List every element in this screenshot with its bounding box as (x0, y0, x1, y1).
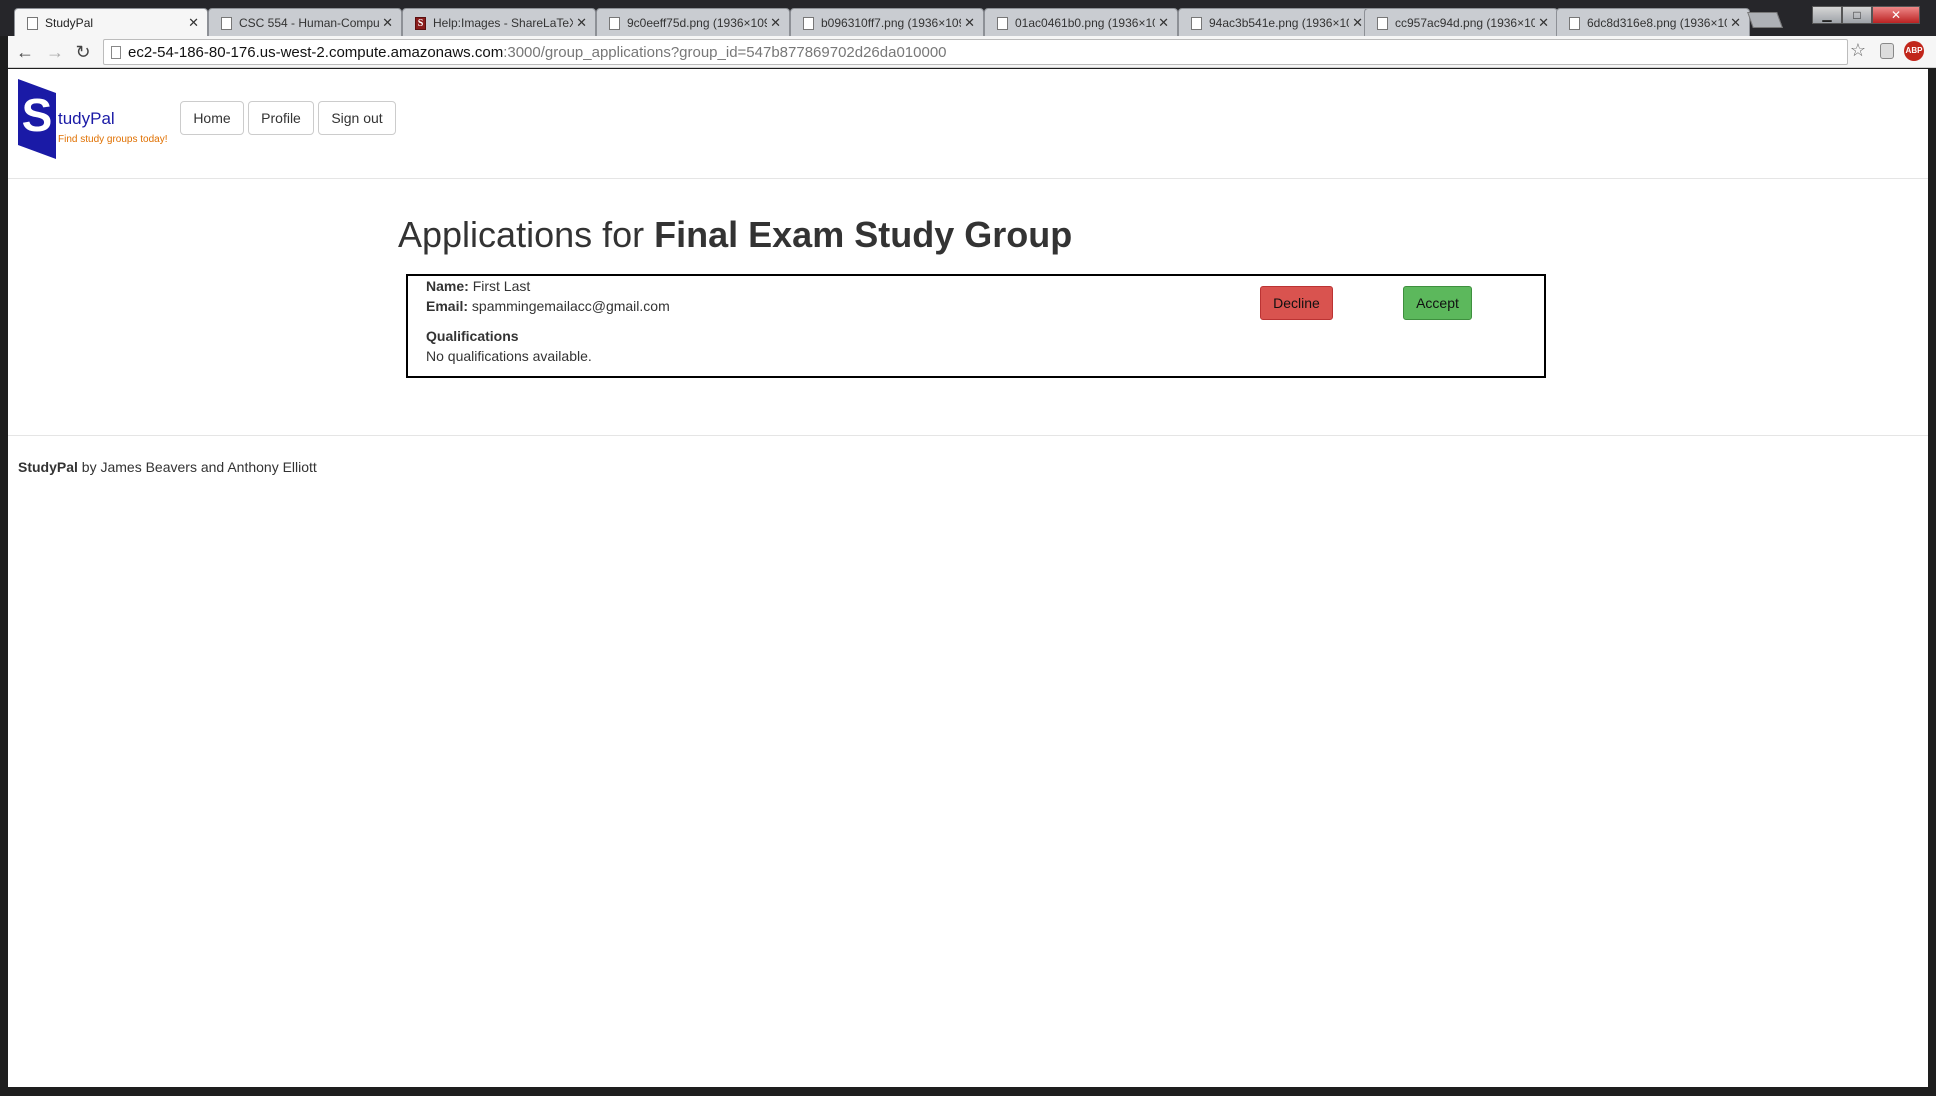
sharelatex-icon: S (415, 17, 426, 30)
page-title: Applications for Final Exam Study Group (398, 214, 1548, 256)
tab-image-6[interactable]: 6dc8d316e8.png (1936×10 ✕ (1556, 8, 1750, 36)
qualifications-heading: Qualifications (426, 328, 519, 344)
accept-button[interactable]: Accept (1403, 286, 1472, 320)
tab-image-5[interactable]: cc957ac94d.png (1936×10 ✕ (1364, 8, 1558, 36)
tab-studypal[interactable]: StudyPal ✕ (14, 8, 208, 36)
minimize-icon[interactable]: ▁ (1812, 6, 1842, 24)
url-host: ec2-54-186-80-176.us-west-2.compute.amaz… (128, 44, 504, 61)
close-icon[interactable]: ✕ (1730, 15, 1741, 31)
browser-window: StudyPal ✕ CSC 554 - Human-Compu ✕ S Hel… (0, 0, 1936, 1096)
home-button[interactable]: Home (180, 101, 244, 135)
email-label: Email: (426, 298, 469, 314)
applicant-name: Name: First Last (426, 278, 530, 294)
page-icon (609, 17, 620, 30)
tab-image-4[interactable]: 94ac3b541e.png (1936×10 ✕ (1178, 8, 1372, 36)
page-icon (997, 17, 1008, 30)
tab-title: 9c0eeff75d.png (1936×109 (627, 16, 767, 30)
site-header: S tudyPal Find study groups today! Home … (8, 69, 1928, 179)
close-icon[interactable]: ✕ (770, 15, 781, 31)
page-icon (27, 17, 38, 30)
page-viewport: S tudyPal Find study groups today! Home … (8, 69, 1928, 1087)
forward-arrow-icon[interactable]: → (44, 42, 66, 62)
window-controls: ▁ □ ✕ (1812, 6, 1920, 24)
new-tab-button[interactable] (1747, 12, 1783, 28)
adblock-icon[interactable]: ABP (1904, 41, 1924, 61)
footer-divider (8, 435, 1928, 436)
logo-letter: S (22, 89, 53, 141)
close-window-icon[interactable]: ✕ (1872, 6, 1920, 24)
sign-out-button[interactable]: Sign out (318, 101, 396, 135)
maximize-icon[interactable]: □ (1842, 6, 1872, 24)
page-icon (1377, 17, 1388, 30)
extension-icon[interactable] (1880, 43, 1894, 59)
bookmark-star-icon[interactable]: ☆ (1850, 40, 1866, 61)
brand-tagline: Find study groups today! (58, 134, 168, 145)
close-icon[interactable]: ✕ (188, 15, 199, 31)
url-path: :3000/group_applications?group_id=547b87… (503, 44, 947, 61)
tab-image-2[interactable]: b096310ff7.png (1936×109 ✕ (790, 8, 984, 36)
page-icon (111, 46, 121, 59)
back-arrow-icon[interactable]: ← (14, 42, 36, 62)
close-icon[interactable]: ✕ (1538, 15, 1549, 31)
tab-sharelatex[interactable]: S Help:Images - ShareLaTeX ✕ (402, 8, 596, 36)
close-icon[interactable]: ✕ (1158, 15, 1169, 31)
tab-title: 94ac3b541e.png (1936×10 (1209, 16, 1349, 30)
tab-image-3[interactable]: 01ac0461b0.png (1936×10 ✕ (984, 8, 1178, 36)
site-footer: StudyPal by James Beavers and Anthony El… (18, 459, 317, 475)
close-icon[interactable]: ✕ (1352, 15, 1363, 31)
qualifications-value: No qualifications available. (426, 348, 592, 364)
tab-title: CSC 554 - Human-Compu (239, 16, 379, 30)
name-value: First Last (472, 278, 531, 294)
name-label: Name: (426, 278, 469, 294)
tab-title: cc957ac94d.png (1936×10 (1395, 16, 1535, 30)
decline-button[interactable]: Decline (1260, 286, 1333, 320)
group-name: Final Exam Study Group (654, 214, 1073, 255)
email-value: spammingemailacc@gmail.com (471, 298, 670, 314)
tab-title: 01ac0461b0.png (1936×10 (1015, 16, 1155, 30)
footer-brand: StudyPal (18, 459, 78, 475)
browser-toolbar: ← → ↻ ec2-54-186-80-176.us-west-2.comput… (8, 36, 1936, 68)
application-card: Name: First Last Email: spammingemailacc… (406, 274, 1546, 378)
brand-name: tudyPal (58, 109, 115, 128)
page-icon (1569, 17, 1580, 30)
close-icon[interactable]: ✕ (576, 15, 587, 31)
tab-title: 6dc8d316e8.png (1936×10 (1587, 16, 1727, 30)
main-content: Applications for Final Exam Study Group … (398, 214, 1548, 378)
close-icon[interactable]: ✕ (964, 15, 975, 31)
tab-title: Help:Images - ShareLaTeX (433, 16, 573, 30)
page-icon (1191, 17, 1202, 30)
close-icon[interactable]: ✕ (382, 15, 393, 31)
tab-title: b096310ff7.png (1936×109 (821, 16, 961, 30)
profile-button[interactable]: Profile (248, 101, 314, 135)
logo-s-icon: S (18, 79, 56, 159)
address-bar[interactable]: ec2-54-186-80-176.us-west-2.compute.amaz… (103, 39, 1848, 65)
page-title-prefix: Applications for (398, 214, 655, 255)
qualifications-label: Qualifications (426, 328, 519, 344)
page-icon (221, 17, 232, 30)
footer-credit: by James Beavers and Anthony Elliott (77, 459, 317, 475)
tab-csc554[interactable]: CSC 554 - Human-Compu ✕ (208, 8, 402, 36)
reload-icon[interactable]: ↻ (72, 42, 94, 62)
applicant-email: Email: spammingemailacc@gmail.com (426, 298, 670, 314)
page-icon (803, 17, 814, 30)
studypal-logo[interactable]: S tudyPal Find study groups today! (18, 79, 178, 159)
tab-title: StudyPal (45, 16, 94, 30)
tab-image-1[interactable]: 9c0eeff75d.png (1936×109 ✕ (596, 8, 790, 36)
tab-strip: StudyPal ✕ CSC 554 - Human-Compu ✕ S Hel… (0, 0, 1936, 36)
